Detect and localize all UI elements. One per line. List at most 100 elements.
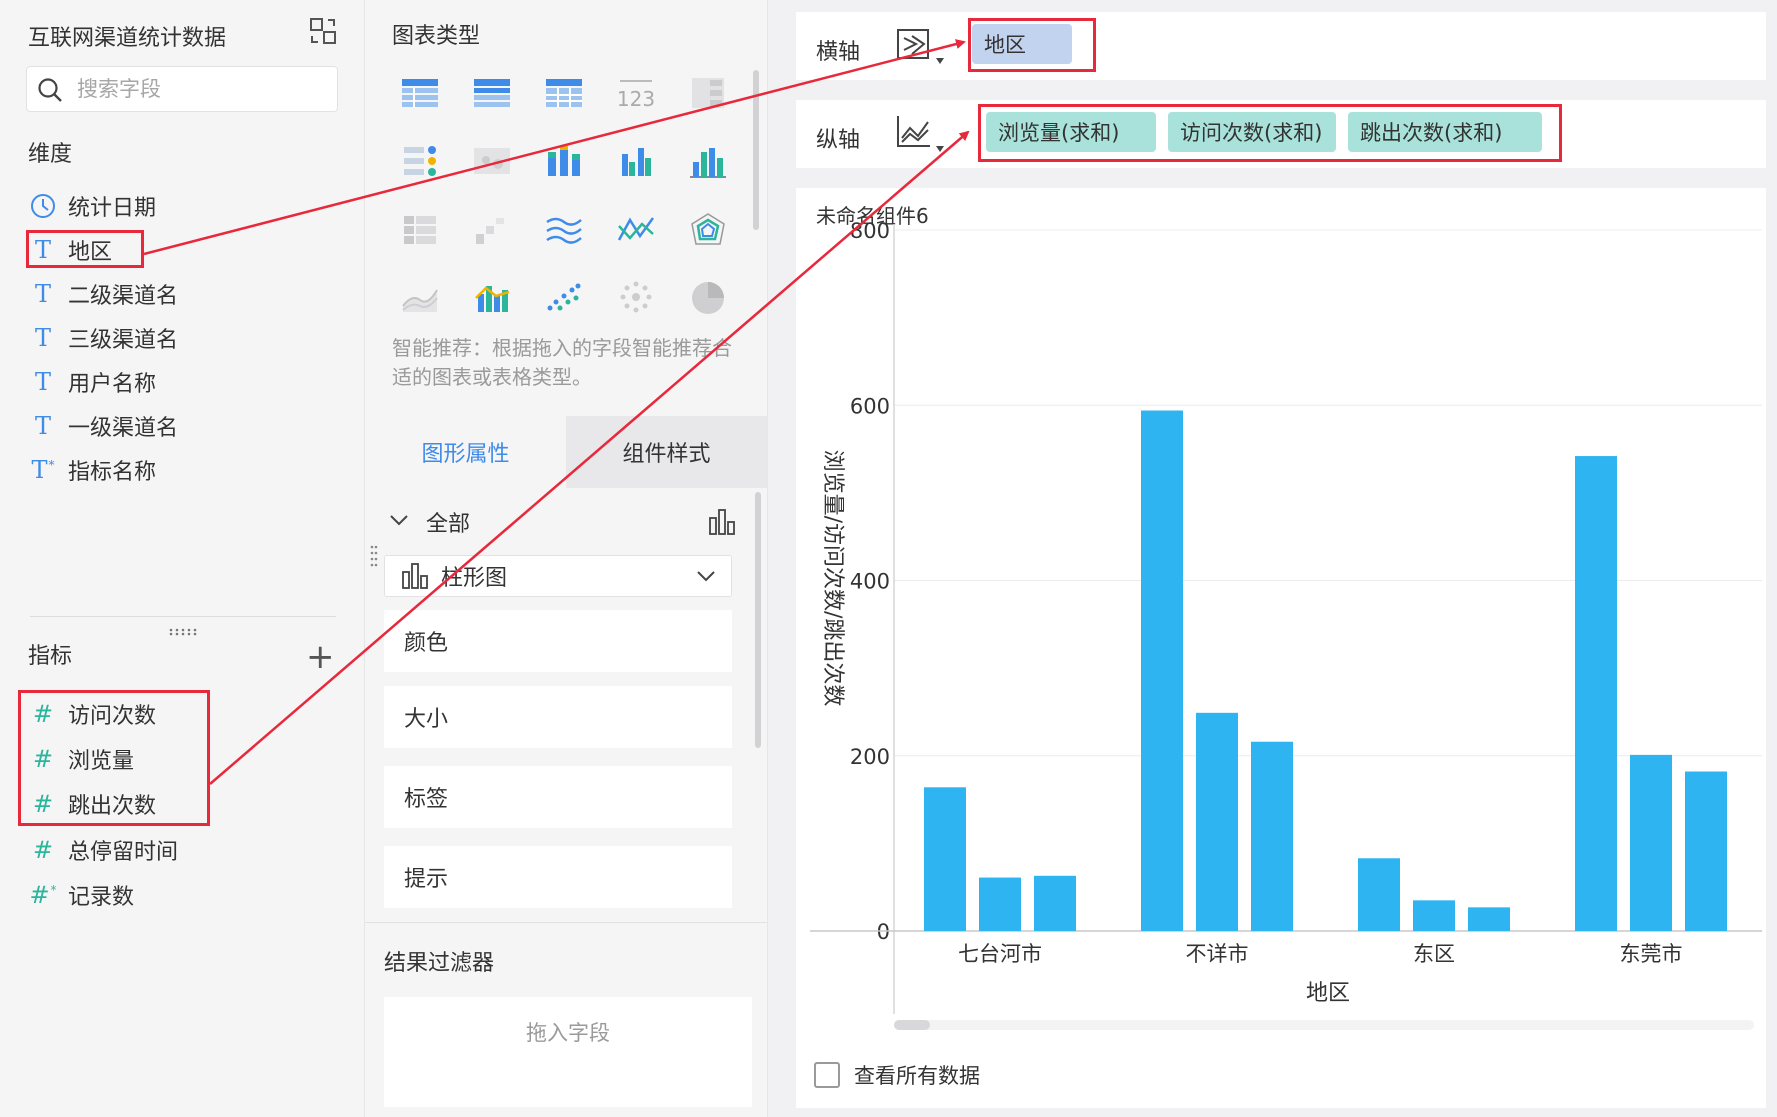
line-chart-icon[interactable] <box>616 212 656 252</box>
multi-line-icon[interactable] <box>544 212 584 252</box>
card-list-icon[interactable] <box>400 144 440 184</box>
measure-item[interactable]: # 总停留时间 <box>28 832 178 868</box>
y-field-pill[interactable]: 跳出次数(求和) <box>1348 112 1542 152</box>
all-series-row[interactable]: 全部 <box>388 504 736 540</box>
y-tick-label: 800 <box>850 219 890 243</box>
text-type-icon: T <box>34 368 51 396</box>
dimension-item[interactable]: 统计日期 <box>28 188 156 224</box>
text-calculated-icon: T* <box>31 456 55 484</box>
measure-item[interactable]: # 浏览量 <box>28 741 134 777</box>
add-measure-button[interactable]: + <box>306 640 335 674</box>
kpi-number-icon[interactable]: 123 <box>616 76 656 116</box>
area-chart-icon[interactable] <box>400 280 440 320</box>
property-color[interactable]: 颜色 <box>384 610 732 672</box>
view-all-data-toggle[interactable]: 查看所有数据 <box>814 1060 980 1090</box>
field-search <box>26 66 338 112</box>
resize-handle[interactable] <box>168 622 198 636</box>
kpi-table-icon[interactable] <box>688 76 728 116</box>
x-axis-shelf: 横轴 地区 <box>796 12 1766 80</box>
tab-graph-properties[interactable]: 图形属性 <box>365 416 566 488</box>
bubble-chart-icon[interactable] <box>616 280 656 320</box>
all-series-label: 全部 <box>426 512 471 537</box>
dimension-label: 一级渠道名 <box>68 416 179 441</box>
dimension-label: 统计日期 <box>68 196 157 221</box>
axis-sort-icon[interactable] <box>896 24 948 68</box>
grouped-bar-icon[interactable] <box>616 144 656 184</box>
stacked-bar-icon[interactable] <box>544 144 584 184</box>
dimension-label: 地区 <box>68 240 113 265</box>
chevron-down-icon[interactable] <box>388 509 414 535</box>
number-type-icon: # <box>32 836 54 864</box>
search-input[interactable] <box>77 67 327 111</box>
property-tooltip[interactable]: 提示 <box>384 846 732 908</box>
bar-chart-icon[interactable] <box>708 508 736 536</box>
filter-drop-zone[interactable]: 拖入字段 <box>384 997 752 1107</box>
radar-chart-icon[interactable] <box>688 212 728 252</box>
x-field-pill[interactable]: 地区 <box>972 24 1072 64</box>
bar <box>1575 456 1617 931</box>
x-tick-label: 七台河市 <box>958 942 1042 966</box>
dimension-label: 指标名称 <box>68 460 157 485</box>
y-tick-label: 200 <box>850 745 890 769</box>
dataset-title: 互联网渠道统计数据 <box>28 26 227 51</box>
text-type-icon: T <box>34 324 51 352</box>
bar-chart: 0 200 400 600 800 七台河市 不详市 东区 东莞市地区 浏览量/访问次数/跳出次数 <box>810 219 1762 1014</box>
chevron-down-icon <box>695 565 717 587</box>
x-axis-title: 地区 <box>1306 981 1350 1006</box>
dimension-item[interactable]: T* 指标名称 <box>28 452 156 488</box>
scatter-chart-icon[interactable] <box>544 280 584 320</box>
x-axis-label: 横轴 <box>816 40 861 65</box>
result-filter-title: 结果过滤器 <box>384 951 495 976</box>
treemap-icon[interactable] <box>400 212 440 252</box>
dimension-item[interactable]: T 用户名称 <box>28 364 156 400</box>
switch-dataset-icon[interactable] <box>308 16 338 46</box>
measure-label: 浏览量 <box>68 749 135 774</box>
pie-chart-icon[interactable] <box>688 280 728 320</box>
line-chart-icon[interactable] <box>896 112 948 156</box>
x-tick-label: 东区 <box>1413 942 1455 966</box>
y-field-pill[interactable]: 访问次数(求和) <box>1168 112 1336 152</box>
map-icon[interactable] <box>472 144 512 184</box>
view-all-label: 查看所有数据 <box>854 1064 980 1088</box>
bar <box>1251 741 1293 931</box>
combo-chart-icon[interactable] <box>472 280 512 320</box>
chart-type-scrollbar[interactable] <box>753 70 759 230</box>
view-all-checkbox[interactable] <box>814 1062 840 1088</box>
y-tick-label: 0 <box>877 920 890 944</box>
bar <box>924 787 966 931</box>
column-chart-icon[interactable] <box>688 144 728 184</box>
text-type-icon: T <box>34 280 51 308</box>
measure-item[interactable]: # 访问次数 <box>28 696 156 732</box>
chart-h-scrollbar[interactable] <box>894 1020 1754 1030</box>
measure-item[interactable]: #* 记录数 <box>28 877 134 913</box>
bar <box>1413 900 1455 931</box>
dimension-item[interactable]: T 一级渠道名 <box>28 408 178 444</box>
tab-component-style[interactable]: 组件样式 <box>566 416 767 488</box>
detail-table-icon[interactable] <box>544 76 584 116</box>
section-divider <box>365 922 767 923</box>
measure-label: 跳出次数 <box>68 794 157 819</box>
y-tick-label: 600 <box>850 394 890 418</box>
measure-label: 记录数 <box>68 885 135 910</box>
table-icon[interactable] <box>400 76 440 116</box>
property-scrollbar[interactable] <box>755 492 761 748</box>
cross-table-icon[interactable] <box>472 76 512 116</box>
clock-icon <box>28 191 58 221</box>
svg-text:123: 123 <box>617 87 655 111</box>
property-size[interactable]: 大小 <box>384 686 732 748</box>
bar <box>1468 907 1510 931</box>
chart-type-select[interactable]: 柱形图 <box>384 555 732 597</box>
measure-label: 访问次数 <box>68 704 157 729</box>
y-field-pill[interactable]: 浏览量(求和) <box>986 112 1156 152</box>
dimension-item-region[interactable]: T 地区 <box>28 232 112 268</box>
property-label[interactable]: 标签 <box>384 766 732 828</box>
chart-h-scroll-thumb[interactable] <box>894 1020 930 1030</box>
dimension-item[interactable]: T 二级渠道名 <box>28 276 178 312</box>
panel-resize-handle[interactable] <box>370 544 378 570</box>
step-chart-icon[interactable] <box>472 212 512 252</box>
measure-item[interactable]: # 跳出次数 <box>28 786 156 822</box>
dimensions-title: 维度 <box>28 142 73 167</box>
x-tick-label: 东莞市 <box>1620 942 1683 966</box>
bar <box>1196 712 1238 931</box>
dimension-item[interactable]: T 三级渠道名 <box>28 320 178 356</box>
